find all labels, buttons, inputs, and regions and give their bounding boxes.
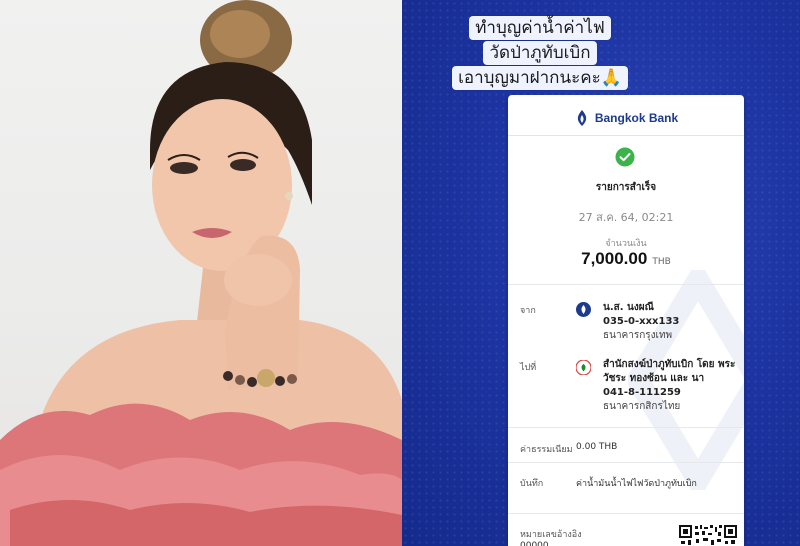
to-name-line-1: สำนักสงฆ์ป่าภูทับเบิก โดย พระ bbox=[603, 359, 736, 370]
qr-code-icon bbox=[679, 525, 737, 546]
amount-value: 7,000.00 bbox=[581, 249, 648, 268]
reference-label: หมายเลขอ้างอิง bbox=[520, 530, 582, 540]
from-name: น.ส. นงผณี bbox=[603, 302, 654, 313]
fee-label: ค่าธรรมเนียม bbox=[520, 445, 573, 455]
portrait-photo bbox=[0, 0, 402, 546]
caption-line-2: วัดป่าภูทับเบิก bbox=[483, 41, 597, 65]
to-label: ไปที่ bbox=[520, 363, 537, 373]
fee-value: 0.00 THB bbox=[576, 442, 618, 452]
amount: 7,000.00 THB bbox=[508, 249, 744, 269]
transaction-datetime: 27 ส.ค. 64, 02:21 bbox=[578, 211, 674, 224]
kasikorn-bank-icon bbox=[576, 360, 591, 375]
bangkok-bank-icon bbox=[576, 302, 591, 317]
story-caption: ทำบุญค่าน้ำค่าไฟ วัดป่าภูทับเบิก เอาบุญม… bbox=[437, 16, 643, 91]
to-account-number: 041-8-111259 bbox=[603, 387, 681, 398]
to-bank-name: ธนาคารกสิกรไทย bbox=[603, 401, 681, 412]
reference-value: 00000 bbox=[520, 541, 549, 546]
from-account-block: น.ส. นงผณี 035-0-xxx133 ธนาคารกรุงเทพ bbox=[603, 301, 738, 343]
caption-line-1: ทำบุญค่าน้ำค่าไฟ bbox=[469, 16, 611, 40]
check-circle-icon bbox=[615, 147, 635, 167]
note-value: ค่าน้ำมันน้ำไฟไฟวัดป่าภูทับเบิก bbox=[576, 479, 697, 489]
to-name-line-2: วัชระ ทองซ้อน และ นา bbox=[603, 373, 705, 384]
bank-name: Bangkok Bank bbox=[594, 111, 679, 125]
note-label: บันทึก bbox=[520, 479, 544, 489]
amount-label: จำนวนเงิน bbox=[605, 239, 647, 249]
to-account-block: สำนักสงฆ์ป่าภูทับเบิก โดย พระ วัชระ ทองซ… bbox=[603, 358, 738, 414]
portrait-illustration bbox=[0, 0, 402, 546]
from-label: จาก bbox=[520, 306, 536, 316]
caption-line-3: เอาบุญมาฝากนะคะ🙏 bbox=[452, 66, 628, 90]
bank-header: Bangkok Bank bbox=[508, 105, 744, 131]
amount-currency: THB bbox=[652, 257, 671, 267]
from-bank-name: ธนาคารกรุงเทพ bbox=[603, 330, 673, 341]
bangkok-bank-lotus-icon bbox=[577, 110, 586, 126]
transaction-status: รายการสำเร็จ bbox=[595, 182, 657, 193]
transfer-receipt: Bangkok Bank รายการสำเร็จ 27 ส.ค. 64, 02… bbox=[508, 95, 744, 546]
from-account-number: 035-0-xxx133 bbox=[603, 316, 680, 327]
